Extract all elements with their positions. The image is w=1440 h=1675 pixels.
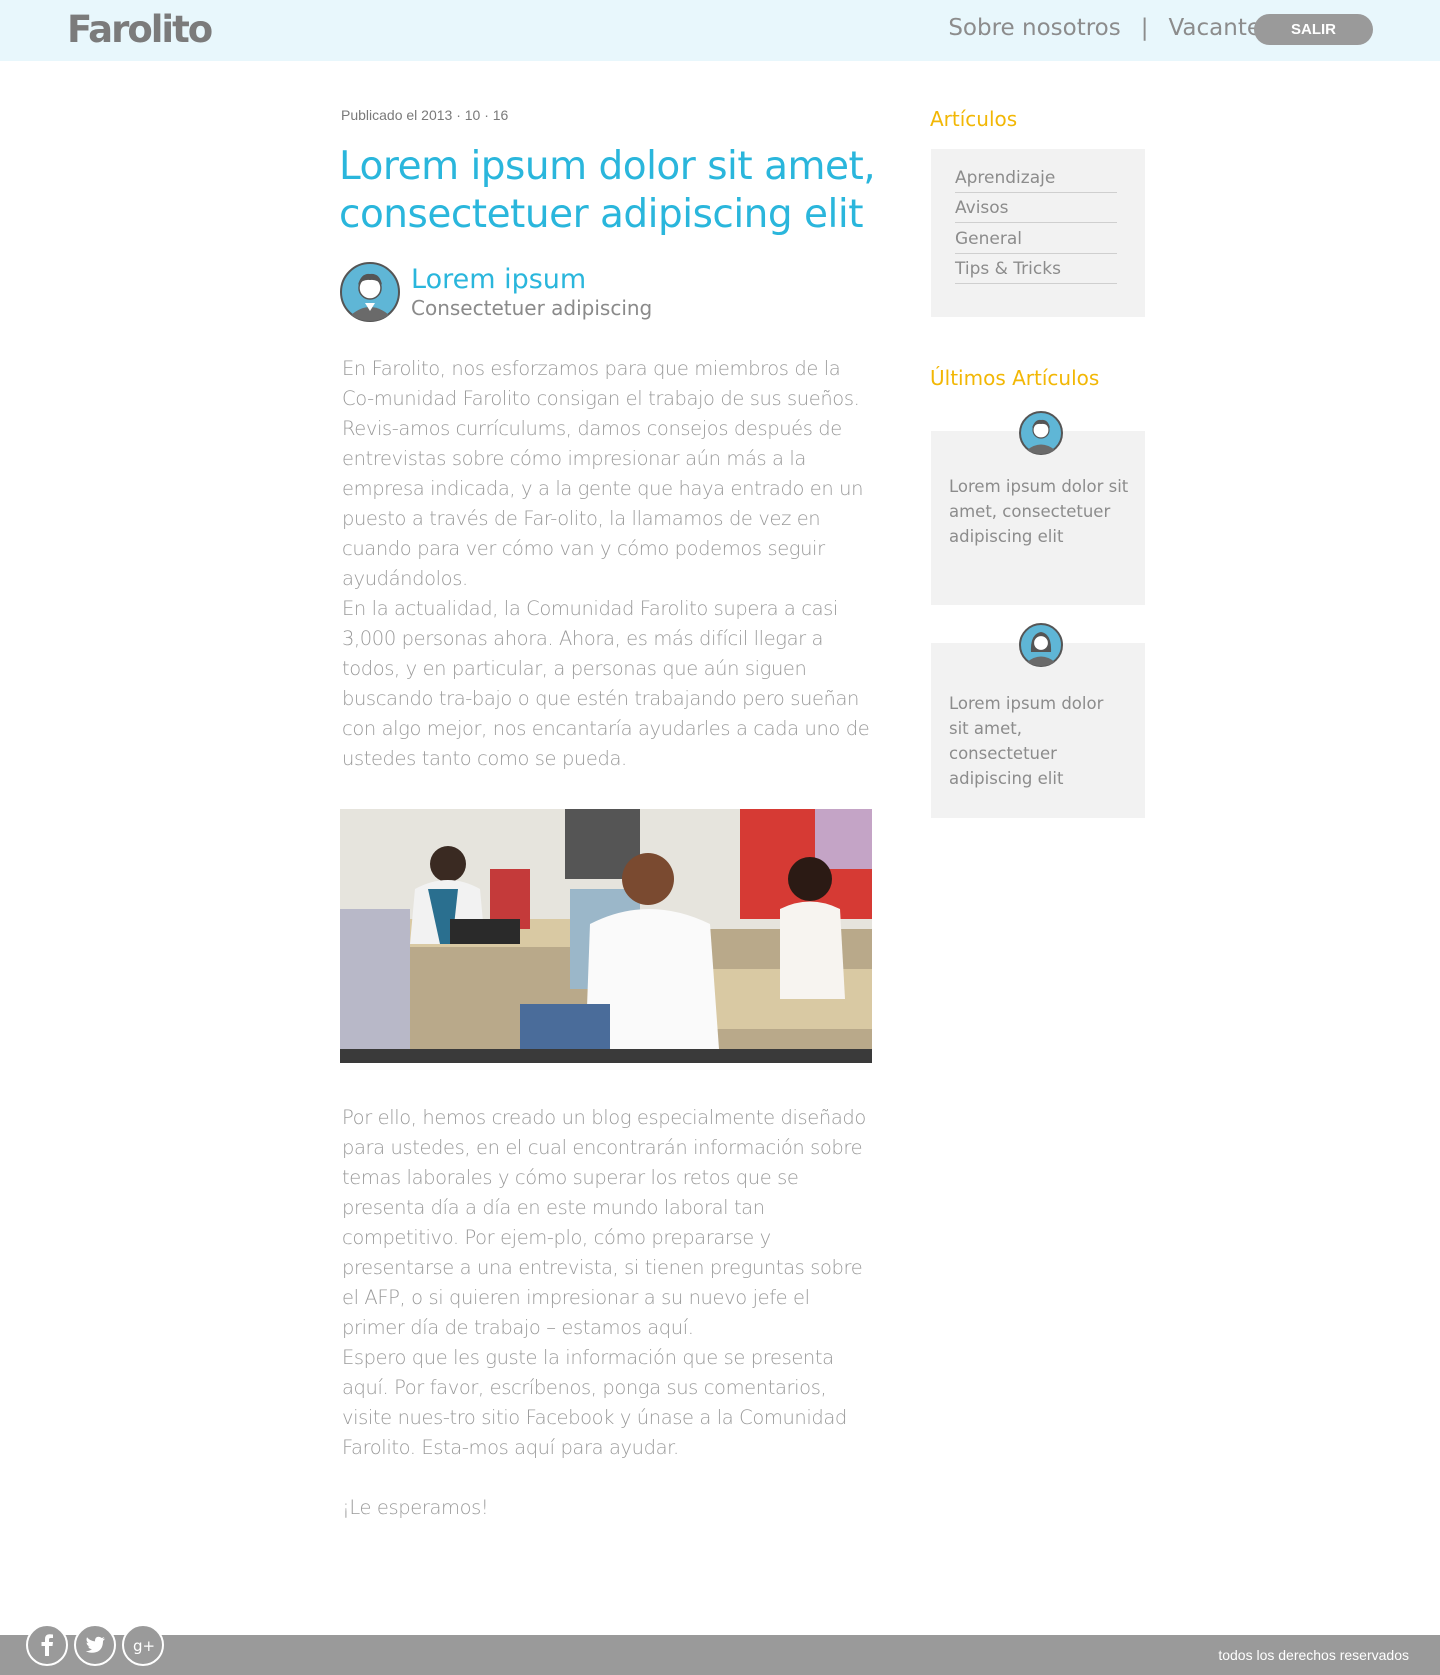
logout-button[interactable]: SALIR: [1254, 14, 1373, 45]
main-nav: Sobre nosotros | Vacantes: [948, 15, 1273, 41]
article-photo: [340, 809, 872, 1063]
article-paragraph: En la actualidad, la Comunidad Farolito …: [342, 597, 870, 770]
latest-articles-heading: Últimos Artículos: [930, 366, 1100, 390]
female-avatar-icon: [1019, 623, 1063, 667]
category-general[interactable]: General: [955, 229, 1117, 254]
article-closing: ¡Le esperamos!: [342, 1496, 489, 1519]
latest-article-card[interactable]: Lorem ipsum dolor sit amet, consectetuer…: [931, 431, 1145, 605]
categories-heading: Artículos: [930, 107, 1018, 131]
latest-article-title[interactable]: Lorem ipsum dolor sit amet, consectetuer…: [949, 691, 1109, 791]
google-plus-icon[interactable]: g+: [122, 1624, 164, 1666]
article-paragraph: Por ello, hemos creado un blog especialm…: [342, 1106, 866, 1339]
nav-separator: |: [1140, 15, 1149, 41]
svg-text:g+: g+: [133, 1637, 155, 1655]
copyright-text: todos los derechos reservados: [1218, 1647, 1409, 1663]
author-name[interactable]: Lorem ipsum: [411, 264, 586, 295]
article-title: Lorem ipsum dolor sit amet, consectetuer…: [339, 144, 876, 237]
categories-list: Aprendizaje Avisos General Tips & Tricks: [931, 149, 1145, 317]
nav-link-about[interactable]: Sobre nosotros: [948, 15, 1120, 41]
category-aprendizaje[interactable]: Aprendizaje: [955, 168, 1117, 193]
article-paragraph: En Farolito, nos esforzamos para que mie…: [342, 357, 864, 590]
latest-article-card[interactable]: Lorem ipsum dolor sit amet, consectetuer…: [931, 643, 1145, 818]
farolito-logo[interactable]: Farolito: [67, 8, 213, 51]
publish-date: Publicado el 2013 · 10 · 16: [341, 107, 509, 123]
facebook-icon[interactable]: [26, 1624, 68, 1666]
author-subtitle: Consectetuer adipiscing: [411, 296, 653, 320]
category-tips-tricks[interactable]: Tips & Tricks: [955, 259, 1117, 284]
twitter-icon[interactable]: [74, 1624, 116, 1666]
top-header: Farolito Sobre nosotros | Vacantes SALIR: [0, 0, 1440, 61]
article-paragraph: Espero que les guste la información que …: [342, 1346, 847, 1459]
latest-article-title[interactable]: Lorem ipsum dolor sit amet, consectetuer…: [949, 474, 1131, 549]
category-avisos[interactable]: Avisos: [955, 198, 1117, 223]
male-avatar-icon: [1019, 411, 1063, 455]
author-avatar-icon: [340, 262, 400, 322]
